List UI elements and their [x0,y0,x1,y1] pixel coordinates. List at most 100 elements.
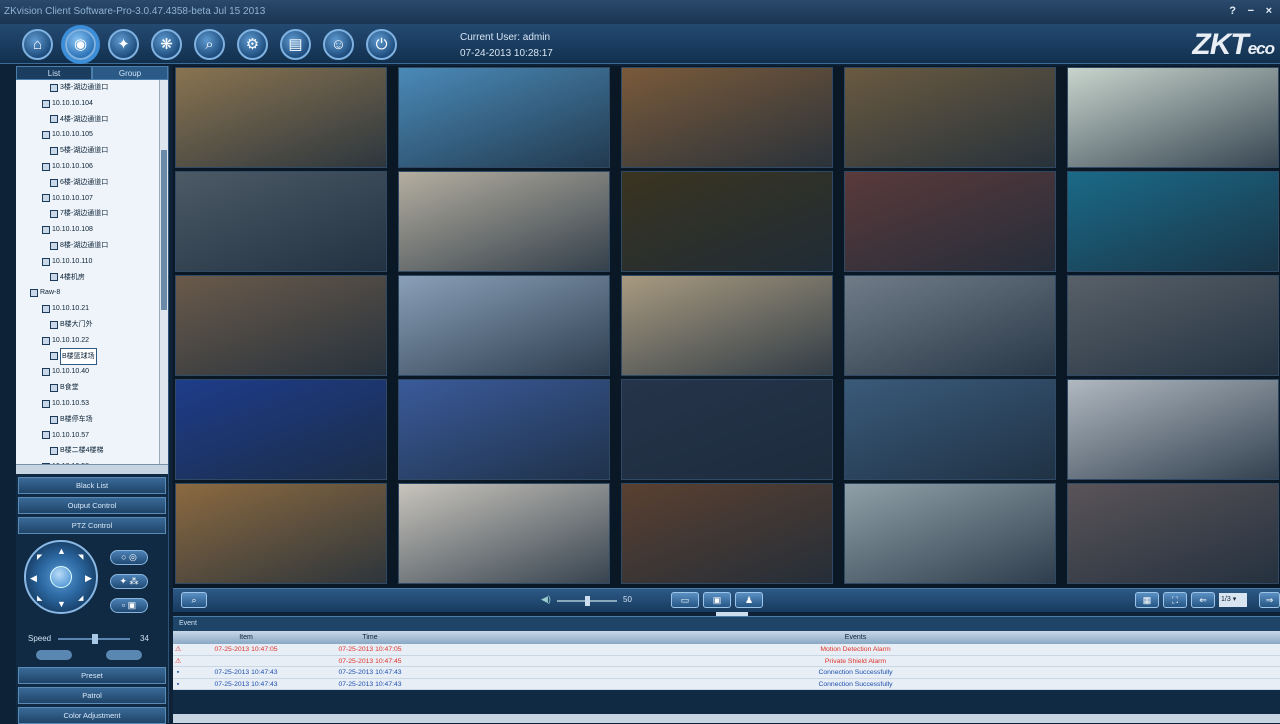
video-feed[interactable] [175,483,387,584]
video-feed[interactable] [398,483,610,584]
col-item[interactable]: Item [183,631,309,644]
next-page-button[interactable]: ⇒ [1259,592,1280,608]
tree-node[interactable]: 4楼机房 [16,270,168,286]
table-row[interactable]: ▪ 07-25-2013 10:47:43 07-25-2013 10:47:43 C… [173,678,1280,690]
video-feed[interactable] [844,171,1056,272]
tree-node[interactable]: 10.10.10.104 [16,96,168,112]
output-control-button[interactable]: Output Control [18,497,166,514]
patrol-button[interactable]: Patrol [18,687,166,704]
table-row[interactable]: ⚠ 07-25-2013 10:47:45 Private Shield Alarm [173,655,1280,667]
settings-button[interactable]: ⚙ [237,29,268,60]
video-feed[interactable] [844,483,1056,584]
page-select[interactable]: 1/3 ▾ [1219,593,1247,607]
video-feed[interactable] [1067,171,1279,272]
preview-button[interactable]: ⌂ [22,29,53,60]
video-feed[interactable] [175,379,387,480]
video-feed[interactable] [175,67,387,168]
video-feed[interactable] [621,379,833,480]
minimize-button[interactable]: − [1248,5,1254,17]
tree-scroll-thumb[interactable] [161,150,167,310]
tree-node[interactable]: 10.10.10.110 [16,254,168,270]
video-feed[interactable] [621,483,833,584]
video-feed[interactable] [1067,275,1279,376]
left-arrow-icon[interactable]: ◀ [30,573,37,584]
tree-node[interactable]: 10.10.10.107 [16,191,168,207]
up-arrow-icon[interactable]: ▲ [57,546,66,556]
iris-button[interactable]: ○ ◎ [110,550,148,565]
video-feed[interactable] [175,275,387,376]
right-arrow-icon[interactable]: ▶ [85,573,92,584]
zoom-button[interactable]: ▫ ▣ [110,598,148,613]
col-time[interactable]: Time [309,631,431,644]
live-view-button[interactable]: ◉ [65,29,96,60]
focus-button[interactable]: ✦ ⁂ [110,574,148,589]
video-feed[interactable] [1067,483,1279,584]
search-button[interactable]: ⌕ [181,592,207,608]
preset-button[interactable]: Preset [18,667,166,684]
video-feed[interactable] [844,67,1056,168]
video-feed[interactable] [398,171,610,272]
tree-node[interactable]: 4楼-湖边通道口 [16,112,168,128]
tree-node[interactable]: B食堂 [16,380,168,396]
tree-node[interactable]: 3楼-湖边通道口 [16,80,168,96]
video-feed[interactable] [175,171,387,272]
down-left-arrow-icon[interactable]: ◣ [37,594,42,602]
fullscreen-button[interactable]: ⛶ [1163,592,1187,608]
video-feed[interactable] [398,67,610,168]
help-button[interactable]: ? [1229,5,1236,17]
tree-node[interactable]: 10.10.10.40 [16,364,168,380]
tree-node[interactable]: 8楼-湖边通道口 [16,238,168,254]
tab-group[interactable]: Group [92,66,168,80]
ptz-control-button[interactable]: PTZ Control [18,517,166,534]
tree-node[interactable]: Raw-8 [16,285,168,301]
tree-node[interactable]: 10.10.10.108 [16,222,168,238]
tree-node[interactable]: B楼二楼4楼梯 [16,443,168,459]
tab-list[interactable]: List [16,66,92,80]
down-arrow-icon[interactable]: ▼ [57,599,66,609]
device-button[interactable]: ❋ [151,29,182,60]
tree-node[interactable]: B楼篮球场 [16,347,168,366]
layout-button[interactable]: ▦ [1135,592,1159,608]
log-button[interactable]: ▤ [280,29,311,60]
tree-node[interactable]: 10.10.10.21 [16,301,168,317]
table-row[interactable]: ⚠ 07-25-2013 10:47:05 07-25-2013 10:47:05 M… [173,644,1280,656]
video-feed[interactable] [844,275,1056,376]
video-feed[interactable] [621,67,833,168]
tree-node[interactable]: 10.10.10.106 [16,159,168,175]
up-left-arrow-icon[interactable]: ◤ [37,553,42,561]
tree-hscrollbar[interactable] [16,464,168,474]
wiper-toggle[interactable] [106,650,143,660]
playback-search-button[interactable]: ⌕ [194,29,225,60]
ptz-auto-button[interactable] [50,566,72,588]
light-toggle[interactable] [36,650,72,660]
close-button[interactable]: × [1266,5,1272,17]
tree-node[interactable]: 10.10.10.58 [16,459,168,464]
record-button[interactable]: ▭ [671,592,699,608]
up-right-arrow-icon[interactable]: ◥ [78,553,83,561]
snapshot-button[interactable]: ▣ [703,592,731,608]
tree-node[interactable]: 10.10.10.53 [16,396,168,412]
tree-node[interactable]: 5楼-湖边通道口 [16,143,168,159]
video-feed[interactable] [621,171,833,272]
tree-node[interactable]: 7楼-湖边通道口 [16,206,168,222]
tree-node[interactable]: 10.10.10.22 [16,333,168,349]
speed-slider-knob[interactable] [92,634,98,644]
tree-node[interactable]: B楼大门外 [16,317,168,333]
video-feed[interactable] [844,379,1056,480]
talk-button[interactable]: ♟ [735,592,763,608]
video-feed[interactable] [398,379,610,480]
video-feed[interactable] [1067,67,1279,168]
down-right-arrow-icon[interactable]: ◢ [78,594,83,602]
ptz-direction-pad[interactable]: ▲ ▼ ◀ ▶ ◤ ◥ ◣ ◢ [24,540,98,614]
video-feed[interactable] [1067,379,1279,480]
prev-page-button[interactable]: ⇐ [1191,592,1215,608]
event-hscrollbar[interactable] [173,714,1280,723]
tree-node[interactable]: B楼停车场 [16,412,168,428]
black-list-button[interactable]: Black List [18,477,166,494]
color-adjustment-button[interactable]: Color Adjustment [18,707,166,724]
volume-slider[interactable] [557,596,617,606]
volume-knob[interactable] [585,596,590,606]
speed-slider[interactable] [58,634,130,644]
user-button[interactable]: ☺ [323,29,354,60]
video-feed[interactable] [621,275,833,376]
